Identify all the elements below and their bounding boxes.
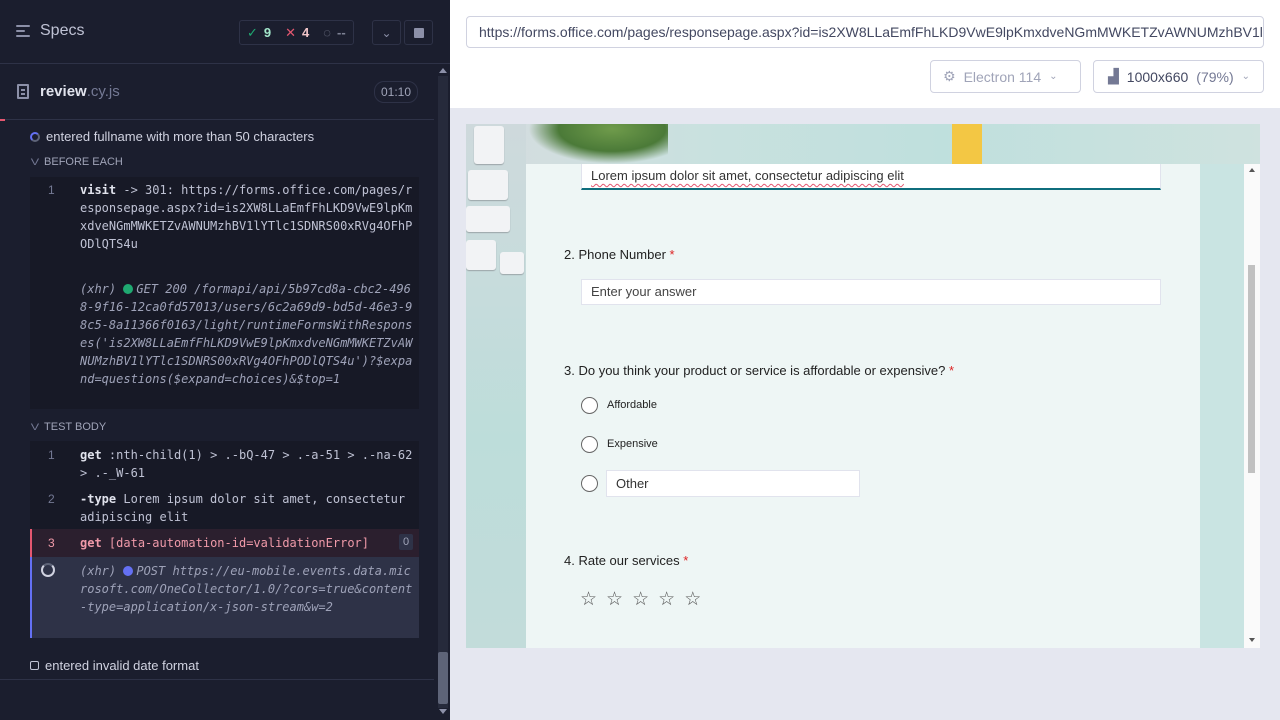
- browser-icon: ⚙: [943, 68, 956, 84]
- menu-lines-icon: [16, 25, 30, 37]
- option-label[interactable]: Expensive: [607, 438, 658, 450]
- question-2-title: 2. Phone Number *: [564, 247, 675, 262]
- status-dot-icon: [123, 566, 134, 576]
- keyboard-background: [466, 124, 526, 648]
- stop-button[interactable]: [404, 20, 433, 45]
- browser-selector[interactable]: ⚙ Electron 114 ⌄: [930, 60, 1081, 93]
- chevron-down-icon: v: [30, 422, 40, 432]
- app-under-test-panel: https://forms.office.com/pages/responsep…: [450, 0, 1280, 720]
- spec-file-bar: review.cy.js 01:10: [0, 64, 434, 120]
- aut-header: https://forms.office.com/pages/responsep…: [450, 0, 1280, 108]
- other-input[interactable]: Other: [606, 470, 860, 497]
- star-icon[interactable]: ☆: [684, 588, 701, 611]
- form-body: Lorem ipsum dolor sit amet, consectetur …: [526, 164, 1200, 648]
- sticky-note-decoration: [952, 124, 982, 164]
- passed-stat: ✓ 9: [247, 24, 272, 41]
- fullname-input[interactable]: Lorem ipsum dolor sit amet, consectetur …: [581, 164, 1161, 190]
- question-3-title: 3. Do you think your product or service …: [564, 363, 954, 378]
- command-type[interactable]: 2 -type Lorem ipsum dolor sit amet, cons…: [30, 485, 419, 529]
- scroll-up-icon: [1249, 168, 1255, 172]
- queued-test-icon: [30, 661, 39, 670]
- loading-spinner-icon: [41, 563, 55, 577]
- test-title-next[interactable]: entered invalid date format: [30, 658, 199, 673]
- specs-label: Specs: [40, 22, 85, 39]
- reporter-header: Specs ✓ 9 ✕ 4 ◌ -- ⌄: [0, 0, 450, 64]
- scrollbar-thumb[interactable]: [1248, 265, 1255, 473]
- command-xhr-get[interactable]: (xhr) GET 200 /formapi/api/5b97cd8a-cbc2…: [30, 273, 419, 409]
- run-duration: 01:10: [373, 81, 418, 103]
- spec-file-name[interactable]: review.cy.js: [40, 83, 120, 100]
- specs-toggle-button[interactable]: Specs: [16, 22, 84, 40]
- test-title[interactable]: entered fullname with more than 50 chara…: [30, 129, 314, 144]
- chevron-down-icon: ⌄: [381, 25, 392, 40]
- star-icon[interactable]: ☆: [632, 588, 649, 611]
- rating-stars: ☆ ☆ ☆ ☆ ☆: [580, 588, 701, 611]
- test-body-hook[interactable]: v TEST BODY: [30, 421, 106, 433]
- expand-collapse-button[interactable]: ⌄: [372, 20, 401, 45]
- command-visit[interactable]: 1 visit -> 301: https://forms.office.com…: [30, 177, 419, 273]
- command-list: entered fullname with more than 50 chara…: [0, 121, 434, 720]
- command-get[interactable]: 1 get :nth-child(1) > .-bQ-47 > .-a-51 >…: [30, 441, 419, 485]
- pending-circle-icon: ◌: [323, 25, 332, 40]
- plant-decoration: [528, 124, 668, 164]
- scroll-up-icon: [439, 68, 447, 73]
- scroll-down-icon: [439, 709, 447, 714]
- radio-expensive[interactable]: [581, 436, 598, 453]
- before-each-hook[interactable]: v BEFORE EACH: [30, 156, 123, 168]
- url-bar[interactable]: https://forms.office.com/pages/responsep…: [466, 16, 1264, 48]
- star-icon[interactable]: ☆: [580, 588, 597, 611]
- radio-affordable[interactable]: [581, 397, 598, 414]
- failed-stat: ✕ 4: [285, 24, 310, 41]
- chevron-down-icon: ⌄: [1241, 71, 1251, 82]
- scrollbar-thumb[interactable]: [438, 652, 448, 704]
- phone-input[interactable]: Enter your answer: [581, 279, 1161, 305]
- radio-other[interactable]: [581, 475, 598, 492]
- aut-iframe: Lorem ipsum dolor sit amet, consectetur …: [466, 124, 1260, 648]
- stop-icon: [413, 27, 424, 38]
- running-spinner-icon: [30, 131, 40, 142]
- command-get-failing[interactable]: 3 get [data-automation-id=validationErro…: [30, 529, 419, 557]
- pending-stat: ◌ --: [323, 25, 346, 40]
- question-4-title: 4. Rate our services *: [564, 553, 689, 568]
- document-icon: [17, 84, 29, 99]
- star-icon[interactable]: ☆: [658, 588, 675, 611]
- x-icon: ✕: [285, 24, 297, 40]
- option-label[interactable]: Affordable: [607, 399, 657, 411]
- command-log-panel: Specs ✓ 9 ✕ 4 ◌ -- ⌄ review.cy.js 01:10 ent…: [0, 0, 450, 720]
- check-icon: ✓: [247, 24, 258, 40]
- status-dot-icon: [123, 284, 134, 294]
- iframe-scrollbar[interactable]: [1244, 164, 1260, 648]
- command-xhr-post[interactable]: (xhr) POST https://eu-mobile.events.data…: [30, 557, 419, 638]
- star-icon[interactable]: ☆: [606, 588, 623, 611]
- viewport-info[interactable]: ▟ 1000x660 (79%) ⌄: [1093, 60, 1264, 93]
- chevron-down-icon: ⌄: [1049, 71, 1058, 82]
- chevron-down-icon: v: [30, 157, 40, 167]
- reporter-scrollbar[interactable]: [436, 64, 450, 720]
- element-count-badge: 0: [399, 534, 413, 550]
- scroll-down-icon: [1249, 638, 1255, 642]
- ruler-icon: ▟: [1108, 68, 1119, 84]
- test-stats: ✓ 9 ✕ 4 ◌ --: [239, 20, 354, 45]
